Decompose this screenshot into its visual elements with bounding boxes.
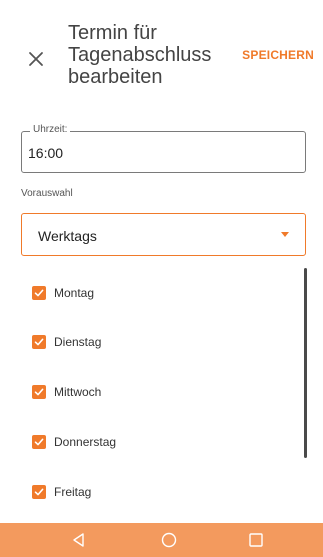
preset-select-value: Werktags — [38, 228, 97, 244]
day-item-freitag[interactable]: Freitag — [32, 481, 91, 503]
checkbox-checked-icon[interactable] — [32, 385, 46, 399]
recent-apps-icon[interactable] — [247, 531, 265, 549]
system-navigation-bar — [0, 523, 323, 557]
preset-select[interactable]: Werktags — [21, 213, 306, 256]
day-label: Mittwoch — [54, 385, 102, 399]
close-button[interactable] — [22, 45, 50, 73]
checkbox-checked-icon[interactable] — [32, 435, 46, 449]
edit-appointment-screen: Termin für Tagenabschluss bearbeiten SPE… — [0, 0, 323, 557]
day-label: Freitag — [54, 485, 92, 499]
checkbox-checked-icon[interactable] — [32, 335, 46, 349]
checkbox-checked-icon[interactable] — [32, 286, 46, 300]
home-icon[interactable] — [160, 531, 178, 549]
day-item-montag[interactable]: Montag — [32, 282, 94, 304]
dropdown-arrow-icon — [281, 232, 289, 237]
scrollbar[interactable] — [304, 268, 307, 458]
page-title: Termin für Tagenabschluss bearbeiten — [68, 22, 228, 88]
back-icon[interactable] — [70, 531, 88, 549]
time-input-label: Uhrzeit: — [30, 124, 71, 135]
day-label: Dienstag — [54, 335, 102, 349]
day-label: Montag — [54, 286, 95, 300]
title-line-2: Tagenabschluss — [68, 44, 212, 66]
checkbox-checked-icon[interactable] — [32, 485, 46, 499]
preset-label: Vorauswahl — [21, 188, 73, 199]
close-icon — [29, 52, 43, 66]
title-line-3: bearbeiten — [68, 66, 163, 88]
time-input-value[interactable]: 16:00 — [28, 145, 63, 161]
day-label: Donnerstag — [54, 435, 117, 449]
time-input[interactable]: Uhrzeit: 16:00 — [21, 124, 306, 173]
header: Termin für Tagenabschluss bearbeiten SPE… — [0, 0, 323, 115]
title-line-1: Termin für — [68, 22, 157, 44]
save-button[interactable]: SPEICHERN — [242, 48, 314, 62]
day-item-donnerstag[interactable]: Donnerstag — [32, 431, 116, 453]
day-item-mittwoch[interactable]: Mittwoch — [32, 381, 101, 403]
day-item-dienstag[interactable]: Dienstag — [32, 331, 101, 353]
weekday-list: Montag Dienstag Mittwoch Donnerstag Frei… — [0, 270, 323, 524]
